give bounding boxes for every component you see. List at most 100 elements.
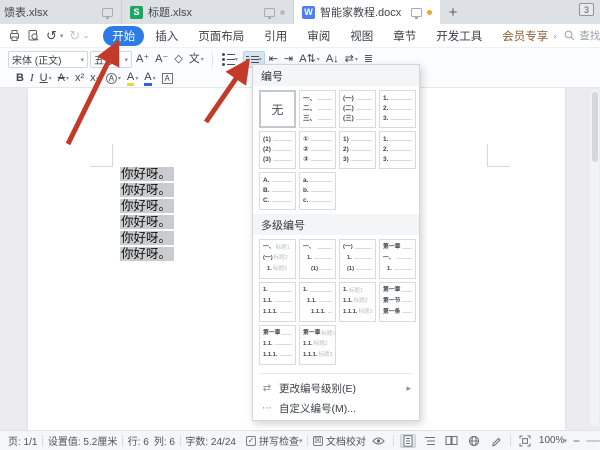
menu-tab-审阅[interactable]: 审阅 xyxy=(298,26,339,46)
menu-tab-开始[interactable]: 开始 xyxy=(103,26,144,46)
multilevel-option-6[interactable]: 1.1.1.1.1.1. xyxy=(299,282,336,322)
font-name-select[interactable]: 宋体 (正文) ▾ xyxy=(8,51,88,68)
menu-tab-引用[interactable]: 引用 xyxy=(255,26,296,46)
decrease-font-icon: A⁻ xyxy=(155,54,168,65)
selected-text-line[interactable]: 你好呀。 xyxy=(120,198,174,214)
selected-text-line[interactable]: 你好呀。 xyxy=(120,230,174,246)
scrollbar-thumb[interactable] xyxy=(592,92,598,162)
numbering-option-4[interactable]: (1)(2)(3) xyxy=(259,131,296,169)
chevron-down-icon: ▾ xyxy=(259,56,262,63)
numbering-option-2[interactable]: (一)(二)(三) xyxy=(339,90,376,128)
document-text[interactable]: 你好呀。你好呀。你好呀。你好呀。你好呀。你好呀。 xyxy=(120,166,174,262)
font-color-button[interactable]: A▾ xyxy=(142,70,157,87)
multilevel-option-4[interactable]: 第一章一、1. xyxy=(379,239,416,279)
member-expand-arrow[interactable]: › xyxy=(553,31,556,41)
number-label: A. xyxy=(263,178,270,185)
multilevel-option-3[interactable]: (一)1.(1) xyxy=(339,239,376,279)
vertical-scrollbar[interactable] xyxy=(590,90,599,426)
multilevel-option-5[interactable]: 1.1.1.1.1.1. xyxy=(259,282,296,322)
spell-check-toggle[interactable]: ✓ 拼写检查 ▾ xyxy=(241,433,308,448)
read-layout-button[interactable] xyxy=(444,434,460,448)
menu-tab-会员专享[interactable]: 会员专享 xyxy=(493,26,557,46)
number-label: 1.1. xyxy=(263,342,273,348)
bold-button[interactable]: B xyxy=(14,70,26,87)
numbering-option-1[interactable]: 一、二、三、 xyxy=(299,90,336,128)
fit-page-button[interactable] xyxy=(517,434,533,448)
text-placeholder-line xyxy=(275,301,292,302)
selected-text-line[interactable]: 你好呀。 xyxy=(120,182,174,198)
outline-view-button[interactable] xyxy=(422,434,438,448)
superscript-button[interactable]: x² xyxy=(73,70,86,87)
subscript-button[interactable]: x₂ xyxy=(88,70,102,87)
numbering-option-3[interactable]: 1.2.3. xyxy=(379,90,416,128)
eye-protection-button[interactable] xyxy=(371,434,387,448)
bullet-list-button[interactable]: ▾ xyxy=(219,51,241,68)
selected-text-line[interactable]: 你好呀。 xyxy=(120,166,174,182)
multilevel-option-2[interactable]: 一、1.(1) xyxy=(299,239,336,279)
zoom-out-button[interactable]: − xyxy=(573,434,580,448)
multilevel-option-10[interactable]: 第一章标题11.1.标题21.1.1.标题3 xyxy=(299,325,336,365)
web-layout-button[interactable] xyxy=(466,434,482,448)
multilevel-option-7[interactable]: 1.标题11.1.标题21.1.1.标题3 xyxy=(339,282,376,322)
page-indicator[interactable]: 页: 1/1 xyxy=(3,433,42,448)
tab-document-active[interactable]: W 智能家教程.docx xyxy=(294,0,440,24)
custom-numbering-item[interactable]: ⋯ 自定义编号(M)... xyxy=(253,398,419,418)
number-label: 第一条 xyxy=(383,310,400,316)
numbering-option-9[interactable]: a.b.c. xyxy=(299,172,336,210)
highlight-button[interactable]: A▾ xyxy=(125,70,140,87)
number-label: (1) xyxy=(347,267,354,273)
clear-format-button[interactable]: ◇ xyxy=(172,51,184,68)
document-tab-bar: 馈表.xlsx S 标题.xlsx W 智能家教程.docx + 3 xyxy=(0,0,600,24)
tab-spreadsheet-2[interactable]: S 标题.xlsx xyxy=(122,0,294,24)
strikethrough-button[interactable]: A▾ xyxy=(56,70,71,87)
number-label: 1.1. xyxy=(307,299,317,305)
numbering-option-6[interactable]: 1)2)3) xyxy=(339,131,376,169)
undo-dropdown-caret-icon[interactable]: ▾ xyxy=(60,32,64,40)
menu-tab-插入[interactable]: 插入 xyxy=(146,26,187,46)
zoom-slider[interactable] xyxy=(586,440,600,442)
text-effects-icon: 文 xyxy=(189,54,200,65)
print-icon[interactable] xyxy=(8,29,21,42)
numbering-option-none[interactable]: 无 xyxy=(259,90,296,128)
page-view-button[interactable] xyxy=(400,434,416,448)
numbering-option-7[interactable]: 1.2.3. xyxy=(379,131,416,169)
undo-button[interactable]: ↺ xyxy=(46,29,57,42)
word-count[interactable]: 字数: 24/24 xyxy=(180,433,241,448)
window-count-badge[interactable]: 3 xyxy=(579,3,594,16)
italic-button[interactable]: I xyxy=(28,70,36,87)
underline-button[interactable]: U▾ xyxy=(38,70,54,87)
numbering-option-5[interactable]: ①②③ xyxy=(299,131,336,169)
font-name-value: 宋体 (正文) xyxy=(12,52,61,67)
multilevel-option-9[interactable]: 第一章1.1.1.1.1. xyxy=(259,325,296,365)
margin-crop-mark xyxy=(90,166,113,167)
quickbar-collapse-icon[interactable]: ⌄ xyxy=(83,32,89,40)
increase-font-button[interactable]: A⁺ xyxy=(134,51,151,68)
menu-tab-页面布局[interactable]: 页面布局 xyxy=(189,26,253,46)
char-border-button[interactable]: A xyxy=(160,70,175,87)
char-shading-button[interactable]: A▾ xyxy=(104,70,123,87)
menu-tab-章节[interactable]: 章节 xyxy=(384,26,425,46)
number-label: 2. xyxy=(383,106,388,113)
menu-tab-视图[interactable]: 视图 xyxy=(341,26,382,46)
zoom-level-control[interactable]: 100% ▾ xyxy=(539,435,567,446)
document-proof-button[interactable]: ☒ 文档校对 xyxy=(308,433,371,448)
decrease-font-button[interactable]: A⁻ xyxy=(153,51,170,68)
new-tab-button[interactable]: + xyxy=(440,0,466,24)
redo-button[interactable]: ↻ xyxy=(69,29,80,42)
menu-tab-开发工具[interactable]: 开发工具 xyxy=(427,26,491,46)
selected-text-line[interactable]: 你好呀。 xyxy=(120,214,174,230)
tab-spreadsheet-1[interactable]: 馈表.xlsx xyxy=(0,0,122,24)
multilevel-option-1[interactable]: 一、标题1(一)标题21.标题3 xyxy=(259,239,296,279)
text-effects-button[interactable]: 文▾ xyxy=(187,51,206,68)
print-preview-icon[interactable] xyxy=(27,29,40,42)
edit-pen-button[interactable] xyxy=(488,434,504,448)
change-numbering-level-item[interactable]: ⇄ 更改编号级别(E) ▸ xyxy=(253,378,419,398)
font-size-select[interactable]: 五号 ▾ xyxy=(90,51,132,68)
multilevel-option-8[interactable]: 第一章第一节第一条 xyxy=(379,282,416,322)
proof-label: 文档校对 xyxy=(326,433,366,448)
text-placeholder-line xyxy=(273,160,292,161)
command-search[interactable]: 查找命令、搜索模板 xyxy=(564,28,600,43)
number-label: ③ xyxy=(303,157,309,164)
numbering-option-8[interactable]: A.B.C. xyxy=(259,172,296,210)
selected-text-line[interactable]: 你好呀。 xyxy=(120,246,174,262)
